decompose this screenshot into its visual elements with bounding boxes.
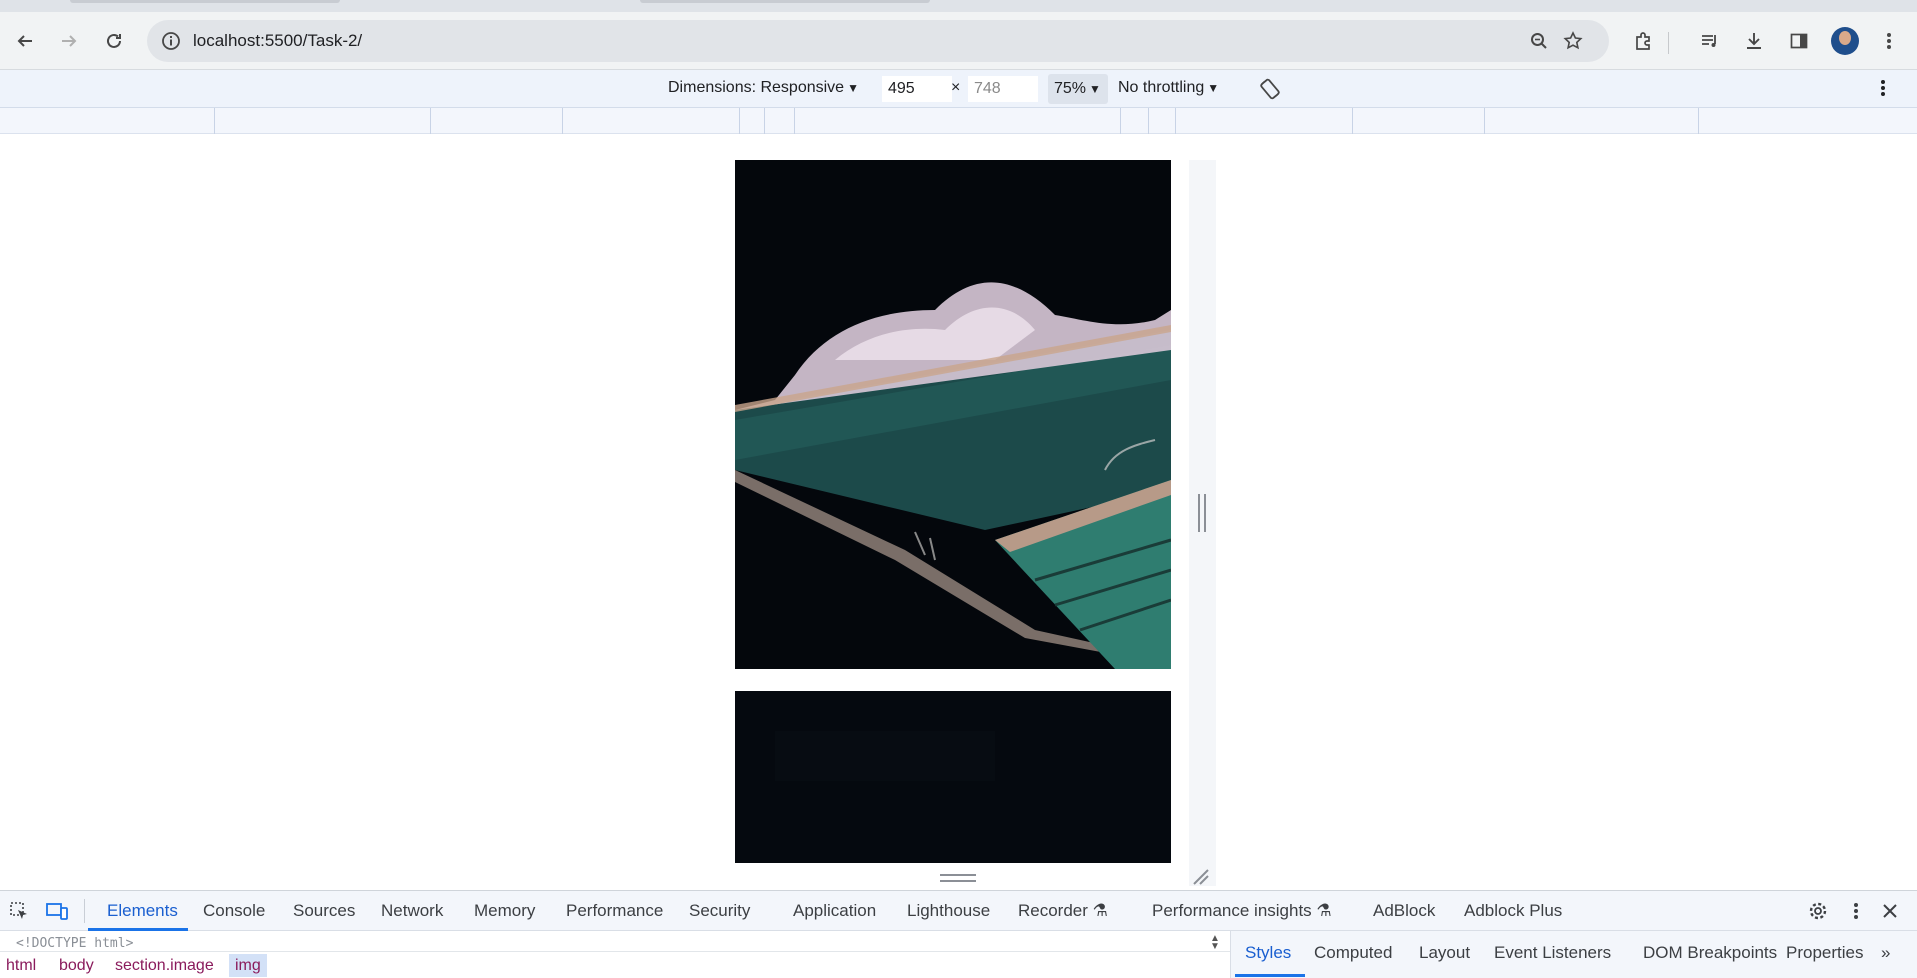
tab-performance-insights-label: Performance insights bbox=[1152, 901, 1312, 920]
tab-lighthouse[interactable]: Lighthouse bbox=[907, 901, 990, 921]
experiment-flask-icon: ⚗ bbox=[1092, 901, 1108, 920]
back-icon[interactable] bbox=[8, 24, 42, 58]
dimensions-label: Dimensions: Responsive bbox=[668, 79, 845, 96]
resize-handle-bottom[interactable] bbox=[940, 874, 976, 882]
zoom-value: 75% bbox=[1054, 80, 1087, 97]
tab-network[interactable]: Network bbox=[381, 901, 443, 921]
url-text[interactable]: localhost:5500/Task-2/ bbox=[193, 31, 362, 51]
address-bar[interactable]: localhost:5500/Task-2/ bbox=[147, 20, 1609, 62]
extensions-icon[interactable] bbox=[1626, 24, 1660, 58]
devtools-panel: Elements Console Sources Network Memory … bbox=[0, 890, 1917, 978]
times-sign: × bbox=[951, 79, 961, 96]
throttling-label: No throttling bbox=[1118, 79, 1205, 96]
tab-adblock-plus[interactable]: Adblock Plus bbox=[1464, 901, 1562, 921]
tab-application[interactable]: Application bbox=[793, 901, 876, 921]
tab-console[interactable]: Console bbox=[203, 901, 265, 921]
dom-scroll-arrows-icon[interactable]: ▲ ▼ bbox=[1210, 934, 1220, 952]
ruler-tick bbox=[1352, 108, 1353, 134]
tab-security[interactable]: Security bbox=[689, 901, 750, 921]
ruler-tick bbox=[562, 108, 563, 134]
caret-down-icon: ▼ bbox=[847, 81, 859, 95]
breadcrumb-section-image[interactable]: section.image bbox=[115, 957, 214, 975]
ruler-tick bbox=[214, 108, 215, 134]
devtools-divider bbox=[84, 899, 85, 923]
tab-dom-breakpoints[interactable]: DOM Breakpoints bbox=[1643, 943, 1777, 963]
dimensions-dropdown[interactable]: Dimensions: Responsive ▼ bbox=[668, 79, 859, 97]
device-toolbar-more-icon[interactable] bbox=[1880, 78, 1890, 100]
tab-strip bbox=[0, 0, 1917, 12]
breadcrumb-img[interactable]: img bbox=[229, 954, 267, 977]
browser-toolbar: localhost:5500/Task-2/ bbox=[0, 12, 1917, 70]
breadcrumb-html[interactable]: html bbox=[6, 957, 36, 975]
browser-menu-icon[interactable] bbox=[1872, 24, 1906, 58]
tab-memory[interactable]: Memory bbox=[474, 901, 535, 921]
bookmark-star-icon[interactable] bbox=[1560, 28, 1586, 54]
browser-tab[interactable] bbox=[640, 0, 930, 3]
rotate-icon[interactable] bbox=[1258, 77, 1282, 101]
tab-layout[interactable]: Layout bbox=[1419, 943, 1470, 963]
tab-performance[interactable]: Performance bbox=[566, 901, 663, 921]
styles-pane-tabbar: Styles Computed Layout Event Listeners D… bbox=[1230, 931, 1917, 978]
tab-recorder-label: Recorder bbox=[1018, 901, 1088, 920]
caret-down-icon: ▼ bbox=[1207, 81, 1220, 95]
resize-handle-right[interactable] bbox=[1198, 494, 1206, 532]
ruler-tick bbox=[794, 108, 795, 134]
settings-gear-icon[interactable] bbox=[1806, 899, 1830, 923]
ruler-tick bbox=[764, 108, 765, 134]
reload-icon[interactable] bbox=[97, 24, 131, 58]
tab-performance-insights[interactable]: Performance insights ⚗ bbox=[1152, 901, 1332, 921]
breadcrumb-body[interactable]: body bbox=[59, 957, 94, 975]
tab-recorder[interactable]: Recorder ⚗ bbox=[1018, 901, 1108, 921]
ruler-tick bbox=[1484, 108, 1485, 134]
caret-down-icon: ▼ bbox=[1089, 82, 1101, 96]
media-control-icon[interactable] bbox=[1693, 24, 1727, 58]
tab-elements[interactable]: Elements bbox=[107, 901, 178, 921]
ruler-tick bbox=[1148, 108, 1149, 134]
toolbar-divider bbox=[1668, 32, 1669, 54]
throttling-dropdown[interactable]: No throttling ▼ bbox=[1118, 79, 1219, 97]
site-info-icon[interactable] bbox=[159, 29, 183, 53]
active-tab-indicator bbox=[88, 928, 188, 931]
ruler-tick bbox=[430, 108, 431, 134]
tab-sources[interactable]: Sources bbox=[293, 901, 355, 921]
zoom-icon[interactable] bbox=[1526, 28, 1552, 54]
downloads-icon[interactable] bbox=[1737, 24, 1771, 58]
dom-doctype-line[interactable]: <!DOCTYPE html> bbox=[16, 936, 133, 951]
page-image-dark bbox=[735, 691, 1171, 863]
ruler-tick bbox=[739, 108, 740, 134]
tab-computed[interactable]: Computed bbox=[1314, 943, 1392, 963]
tab-styles[interactable]: Styles bbox=[1245, 943, 1291, 963]
ruler-tick bbox=[1698, 108, 1699, 134]
close-devtools-icon[interactable] bbox=[1878, 899, 1902, 923]
experiment-flask-icon: ⚗ bbox=[1316, 901, 1332, 920]
breadcrumb: html body section.image img bbox=[0, 951, 1230, 978]
profile-avatar[interactable] bbox=[1831, 27, 1859, 55]
ruler-tick bbox=[1175, 108, 1176, 134]
media-query-bar[interactable] bbox=[0, 108, 1917, 134]
tab-adblock[interactable]: AdBlock bbox=[1373, 901, 1435, 921]
device-toggle-icon[interactable] bbox=[45, 899, 69, 923]
browser-tab[interactable] bbox=[70, 0, 340, 3]
inspect-element-icon[interactable] bbox=[7, 899, 31, 923]
ruler-tick bbox=[1120, 108, 1121, 134]
side-panel-icon[interactable] bbox=[1782, 24, 1816, 58]
tab-properties[interactable]: Properties bbox=[1786, 943, 1863, 963]
page-image-ocean-pool bbox=[735, 160, 1171, 669]
resize-handle-corner-icon[interactable] bbox=[1192, 868, 1210, 886]
width-input[interactable] bbox=[882, 76, 952, 102]
height-input[interactable] bbox=[968, 76, 1038, 102]
more-tabs-chevron-icon[interactable]: » bbox=[1881, 943, 1890, 963]
forward-icon[interactable] bbox=[52, 24, 86, 58]
devtools-more-icon[interactable] bbox=[1844, 899, 1868, 923]
device-toolbar: Dimensions: Responsive▼ × 75%▼ No thrott… bbox=[0, 70, 1917, 108]
zoom-dropdown[interactable]: 75% ▼ bbox=[1048, 74, 1108, 104]
devtools-tabbar: Elements Console Sources Network Memory … bbox=[0, 891, 1917, 931]
tab-event-listeners[interactable]: Event Listeners bbox=[1494, 943, 1611, 963]
